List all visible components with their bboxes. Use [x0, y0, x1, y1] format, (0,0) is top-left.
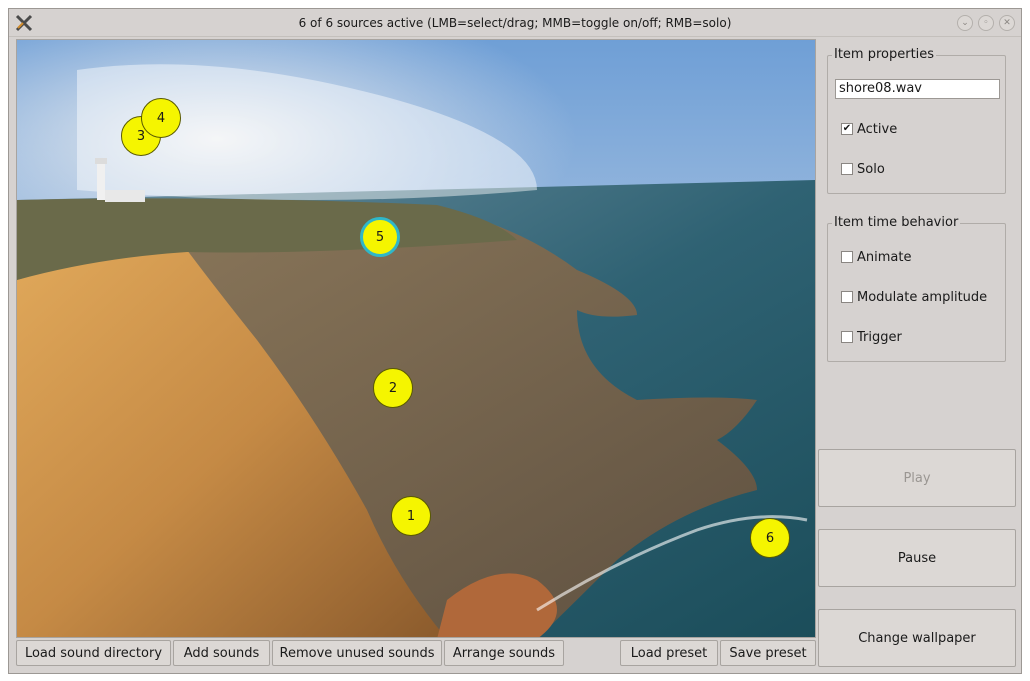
title-bar: 6 of 6 sources active (LMB=select/drag; … [9, 9, 1021, 37]
main-window: 6 of 6 sources active (LMB=select/drag; … [8, 8, 1022, 674]
modulate-amplitude-label: Modulate amplitude [857, 289, 988, 305]
load-sound-directory-button[interactable]: Load sound directory [16, 640, 171, 666]
active-checkbox[interactable]: ✔ [841, 123, 853, 135]
marker-label: 4 [156, 110, 166, 126]
sound-canvas[interactable]: 1 2 3 4 5 6 [16, 39, 816, 638]
arrange-sounds-button[interactable]: Arrange sounds [444, 640, 564, 666]
item-properties-title: Item properties [832, 47, 937, 62]
active-checkbox-row[interactable]: ✔ Active [841, 121, 897, 137]
add-sounds-button[interactable]: Add sounds [173, 640, 270, 666]
modulate-amplitude-checkbox-row[interactable]: Modulate amplitude [841, 289, 987, 305]
minimize-icon[interactable]: ⌄ [957, 15, 973, 31]
sound-marker-4[interactable]: 4 [141, 98, 181, 138]
sound-marker-2[interactable]: 2 [373, 368, 413, 408]
active-label: Active [857, 121, 898, 137]
animate-label: Animate [857, 249, 912, 265]
pause-button[interactable]: Pause [818, 529, 1016, 587]
item-properties-group: Item properties shore08.wav ✔ Active Sol… [827, 47, 1006, 194]
marker-label: 3 [136, 128, 146, 144]
modulate-amplitude-checkbox[interactable] [841, 291, 853, 303]
sound-marker-1[interactable]: 1 [391, 496, 431, 536]
trigger-checkbox[interactable] [841, 331, 853, 343]
solo-label: Solo [857, 161, 885, 177]
play-button[interactable]: Play [818, 449, 1016, 507]
solo-checkbox-row[interactable]: Solo [841, 161, 885, 177]
solo-checkbox[interactable] [841, 163, 853, 175]
animate-checkbox[interactable] [841, 251, 853, 263]
change-wallpaper-button[interactable]: Change wallpaper [818, 609, 1016, 667]
marker-label: 5 [375, 229, 385, 245]
trigger-checkbox-row[interactable]: Trigger [841, 329, 902, 345]
maximize-icon[interactable]: ◦ [978, 15, 994, 31]
sound-marker-6[interactable]: 6 [750, 518, 790, 558]
marker-label: 2 [388, 380, 398, 396]
load-preset-button[interactable]: Load preset [620, 640, 718, 666]
item-time-behavior-title: Item time behavior [832, 215, 961, 230]
item-time-behavior-group: Item time behavior Animate Modulate ampl… [827, 215, 1006, 362]
save-preset-button[interactable]: Save preset [720, 640, 816, 666]
close-icon[interactable]: ✕ [999, 15, 1015, 31]
trigger-label: Trigger [857, 329, 902, 345]
filename-field[interactable]: shore08.wav [835, 79, 1000, 99]
remove-unused-sounds-button[interactable]: Remove unused sounds [272, 640, 442, 666]
animate-checkbox-row[interactable]: Animate [841, 249, 911, 265]
marker-label: 6 [765, 530, 775, 546]
marker-label: 1 [406, 508, 416, 524]
window-title: 6 of 6 sources active (LMB=select/drag; … [298, 16, 732, 30]
sound-marker-5[interactable]: 5 [360, 217, 400, 257]
